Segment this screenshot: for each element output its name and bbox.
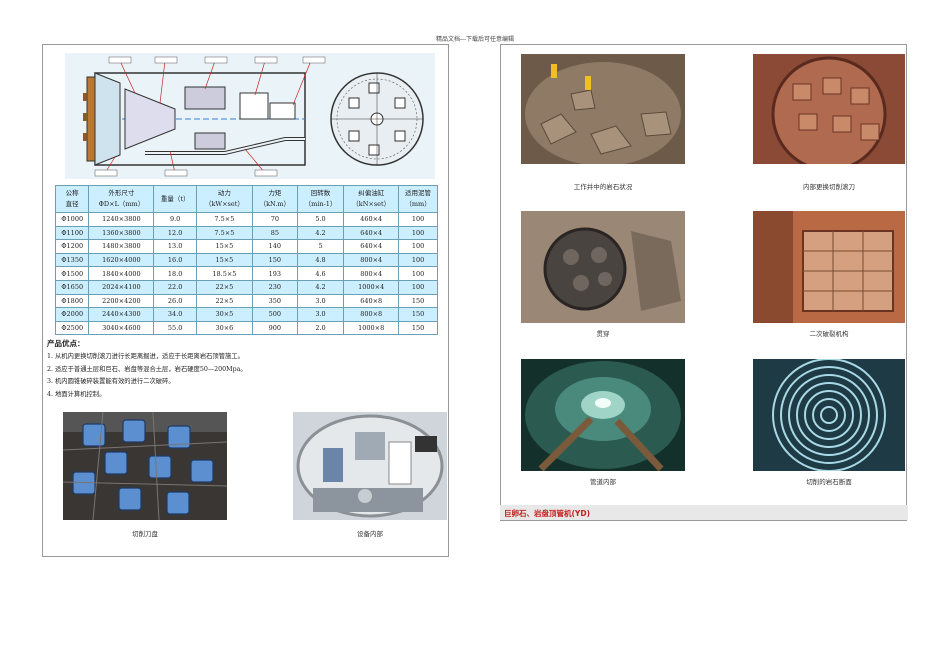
list-item: 2. 适应于普通土层和巨石、岩盘等混合土层，岩石硬度50—200Mpa。 (47, 365, 247, 373)
table-row: Φ1350 1620×4000 16.0 15×5 150 4.8 800×4 100 (54, 252, 438, 268)
list-item: 4. 地面计算机控制。 (47, 390, 106, 398)
breakthrough-photo (521, 211, 685, 323)
advantages-title: 产品优点： (47, 339, 85, 348)
header-cell: 外形尺寸 ΦD×L（mm） (88, 185, 155, 213)
table-row: Φ1000 1240×3800 9.0 7.5×5 70 5.0 460×4 100 (54, 212, 438, 227)
table-row: Φ1100 1360×3800 12.0 7.5×5 85 4.2 640×4 100 (54, 225, 438, 241)
caption: 工作井中的岩石状况 (573, 183, 633, 191)
rock-section-photo (753, 359, 905, 471)
list-item: 1. 从机内更换切削滚刀进行长距离掘进，适应于长距离岩石顶管施工。 (47, 353, 244, 360)
cutter-head-photo (63, 412, 227, 520)
caption: 管道内部 (590, 478, 616, 486)
machine-diagram (65, 53, 435, 179)
equipment-inside-photo (293, 412, 447, 520)
caption: 内部更换切削滚刀 (803, 183, 855, 191)
caption: 设备内部 (357, 530, 383, 538)
spec-table-header: 公称 直径 外形尺寸 ΦD×L（mm） 重量（t） 动力 （kW×set） 力矩 （kN… (54, 185, 438, 213)
section-title: 巨卵石、岩盘顶管机(YD) (500, 505, 908, 520)
table-row: Φ1500 1840×4000 18.0 18.5×5 193 4.6 800×4 100 (54, 266, 438, 281)
caption: 二次破裂机构 (809, 330, 849, 338)
table-row: Φ1800 2200×4200 26.0 22×5 350 3.0 640×8 150 (54, 293, 438, 309)
table-row: Φ2000 2440×4300 34.0 30×5 500 3.0 800×8 150 (54, 307, 438, 322)
crushing-mechanism-photo (753, 211, 905, 323)
caption: 贯穿 (596, 330, 610, 338)
header-cell: 动力 （kW×set） (195, 185, 253, 213)
shaft-rock-photo (521, 54, 685, 164)
header-cell: 重量（t） (153, 185, 197, 213)
header-cell: 纠偏油缸 （kN×set） (343, 185, 400, 213)
list-item: 3. 机内圆锥破碎装置能有效的进行二次破碎。 (47, 378, 175, 386)
page-header: 精品文档---下载后可任意编辑 (435, 36, 515, 43)
table-row: Φ2500 3040×4600 55.0 30×6 900 2.0 1000×8 150 (54, 320, 438, 336)
cutter-change-photo (753, 54, 905, 164)
header-cell: 力矩 （kN.m） (251, 185, 298, 213)
header-cell: 适用泥管 （mm） (398, 185, 438, 213)
right-panel: 工作井中的岩石状况 内部更换切削滚刀 贯穿 二次破裂机构 管道内部 切削的岩石断… (500, 44, 907, 521)
pipeline-inside-photo (521, 359, 685, 471)
caption: 切削刀盘 (132, 530, 158, 538)
spec-table: 公称 直径 外形尺寸 ΦD×L（mm） 重量（t） 动力 （kW×set） 力矩 （kN… (54, 185, 438, 336)
header-cell: 公称 直径 (54, 185, 90, 213)
table-row: Φ1200 1480×3800 13.0 15×5 140 5 640×4 100 (54, 239, 438, 254)
header-cell: 回转数 （min-1） (296, 185, 345, 213)
advantages-list: 1. 从机内更换切削滚刀进行长距离掘进，适应于长距离岩石顶管施工。 2. 适应于… (47, 351, 247, 401)
table-row: Φ1650 2024×4100 22.0 22×5 230 4.2 1000×4 100 (54, 279, 438, 295)
caption: 切削的岩石断面 (806, 478, 852, 486)
left-panel: 公称 直径 外形尺寸 ΦD×L（mm） 重量（t） 动力 （kW×set） 力矩 （kN… (42, 44, 449, 557)
